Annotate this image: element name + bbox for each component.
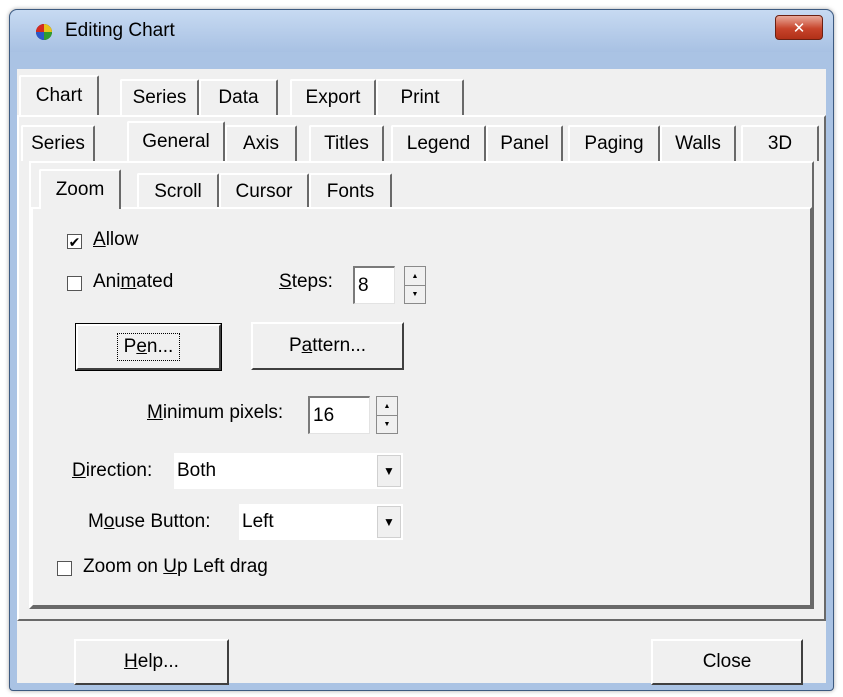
- tab-label: Fonts: [326, 181, 375, 202]
- zoom-tab-panel: ✔ Allow Animated Steps: 8 ▲ ▼ Pen... Pat…: [31, 207, 812, 607]
- tab-label: Paging: [584, 133, 644, 154]
- dialog-client: Chart Series Data Export Print Series Ge…: [17, 69, 826, 685]
- pen-button[interactable]: Pen...: [75, 323, 222, 371]
- help-button-label: Help...: [124, 651, 179, 672]
- tab-paging[interactable]: Paging: [568, 125, 660, 161]
- window-close-button[interactable]: ✕: [775, 15, 823, 40]
- tab-label: Chart: [35, 85, 83, 106]
- chart-ball-icon: [36, 24, 52, 40]
- checkmark-icon: ✔: [68, 233, 81, 250]
- animated-checkbox[interactable]: [67, 276, 82, 291]
- tab-label: Data: [218, 87, 259, 108]
- direction-select[interactable]: Both ▼: [174, 453, 403, 489]
- window-title: Editing Chart: [65, 20, 175, 41]
- tab-label: Print: [400, 87, 440, 108]
- tab-walls[interactable]: Walls: [660, 125, 736, 161]
- tab-label: 3D: [767, 133, 793, 154]
- chart-tab-panel: Series General Axis Titles Legend Panel …: [17, 115, 826, 621]
- tab-label: Panel: [500, 133, 549, 154]
- direction-value: Both: [177, 460, 217, 481]
- tab-3d[interactable]: 3D: [741, 125, 819, 161]
- title-bar[interactable]: Editing Chart ✕: [10, 10, 833, 52]
- chevron-down-icon[interactable]: ▼: [377, 455, 401, 487]
- tab-data[interactable]: Data: [199, 79, 278, 115]
- tab-label: Cursor: [235, 181, 293, 202]
- tab-label: Export: [305, 87, 361, 108]
- pen-button-label: Pen...: [116, 333, 181, 361]
- close-button-label: Close: [702, 651, 752, 672]
- tab-chart-series[interactable]: Series: [21, 125, 95, 161]
- minimum-pixels-input[interactable]: 16: [308, 396, 370, 434]
- minimum-pixels-label: Minimum pixels:: [147, 402, 284, 423]
- pattern-button[interactable]: Pattern...: [251, 322, 404, 370]
- tab-fonts[interactable]: Fonts: [309, 173, 392, 209]
- spin-up-icon[interactable]: ▲: [405, 267, 425, 286]
- editing-chart-window: Editing Chart ✕ Chart Series Data Export…: [9, 9, 834, 691]
- steps-spinner[interactable]: ▲ ▼: [404, 266, 426, 304]
- tab-series[interactable]: Series: [120, 79, 199, 115]
- zoom-on-up-label[interactable]: Zoom on Up Left drag: [83, 556, 268, 578]
- close-icon: ✕: [792, 19, 806, 37]
- spin-up-icon[interactable]: ▲: [377, 397, 397, 416]
- tab-label: Axis: [243, 133, 279, 154]
- chevron-down-icon[interactable]: ▼: [377, 506, 401, 538]
- tab-label: Zoom: [55, 179, 105, 200]
- animated-label[interactable]: Animated: [93, 271, 173, 293]
- allow-checkbox[interactable]: ✔: [67, 234, 82, 249]
- tab-legend[interactable]: Legend: [391, 125, 486, 161]
- mouse-button-label: Mouse Button:: [88, 511, 211, 532]
- tab-print[interactable]: Print: [376, 79, 464, 115]
- tab-general[interactable]: General: [127, 121, 225, 161]
- minimum-pixels-spinner[interactable]: ▲ ▼: [376, 396, 398, 434]
- general-tab-panel: Zoom Scroll Cursor Fonts ✔ Allow Animate…: [29, 161, 814, 609]
- zoom-on-up-checkbox[interactable]: [57, 561, 72, 576]
- mouse-button-select[interactable]: Left ▼: [239, 504, 403, 540]
- close-button[interactable]: Close: [651, 639, 803, 685]
- steps-input[interactable]: 8: [353, 266, 395, 304]
- direction-label: Direction:: [72, 460, 153, 481]
- help-button[interactable]: Help...: [74, 639, 229, 685]
- tab-zoom[interactable]: Zoom: [39, 169, 121, 209]
- steps-label: Steps:: [279, 271, 333, 292]
- spin-down-icon[interactable]: ▼: [405, 285, 425, 303]
- tab-label: Legend: [406, 133, 471, 154]
- tab-label: Series: [132, 87, 187, 108]
- tab-label: Walls: [675, 133, 721, 154]
- allow-label[interactable]: Allow: [93, 229, 138, 251]
- tab-chart[interactable]: Chart: [19, 75, 99, 115]
- tab-scroll[interactable]: Scroll: [137, 173, 219, 209]
- spin-down-icon[interactable]: ▼: [377, 415, 397, 433]
- tab-cursor[interactable]: Cursor: [219, 173, 309, 209]
- tab-label: Titles: [324, 133, 369, 154]
- tab-label: Scroll: [154, 181, 202, 202]
- tab-label: Series: [31, 133, 85, 154]
- tab-axis[interactable]: Axis: [225, 125, 297, 161]
- tab-titles[interactable]: Titles: [309, 125, 384, 161]
- mouse-button-value: Left: [242, 511, 274, 532]
- pattern-button-label: Pattern...: [288, 335, 367, 356]
- tab-panel[interactable]: Panel: [486, 125, 563, 161]
- tab-export[interactable]: Export: [290, 79, 376, 115]
- tab-label: General: [142, 131, 210, 152]
